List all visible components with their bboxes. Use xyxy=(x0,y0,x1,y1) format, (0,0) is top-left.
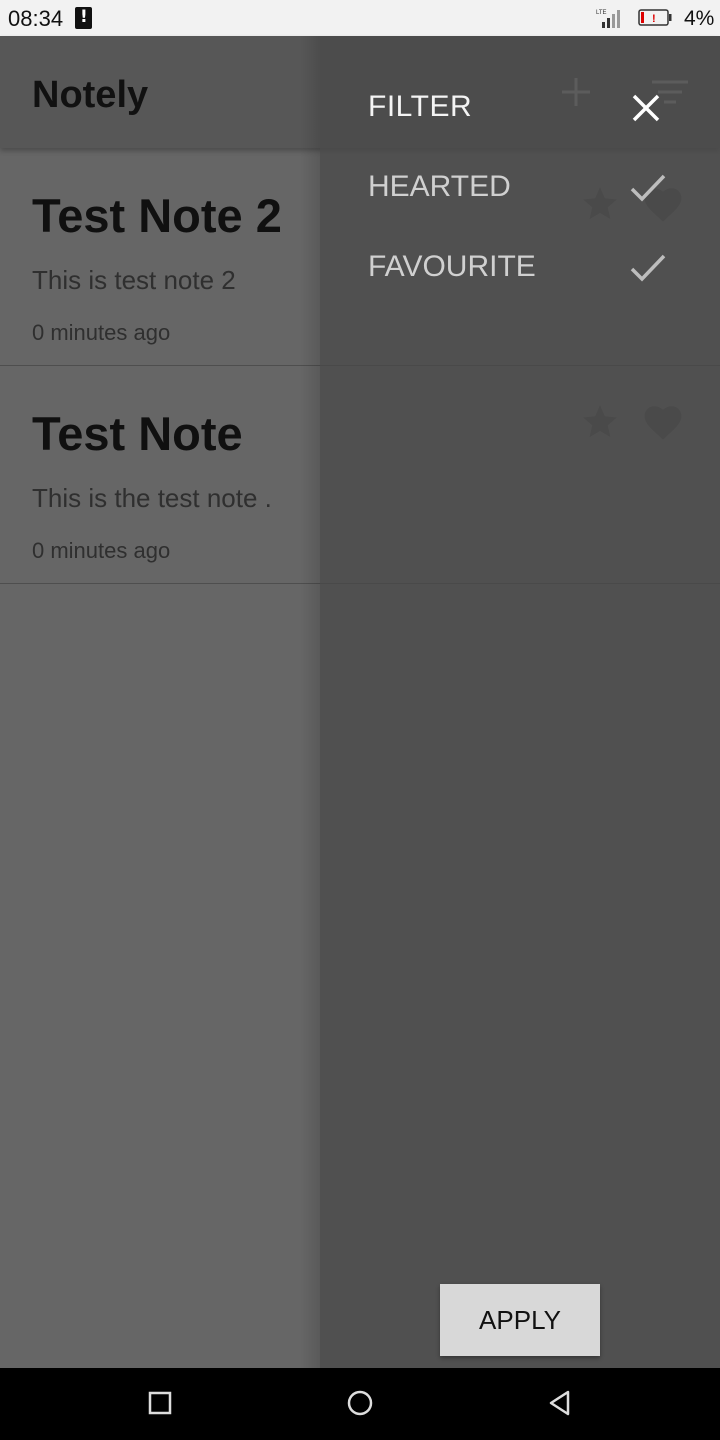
battery-low-icon: ! xyxy=(638,9,672,26)
note-body: This is test note 2 xyxy=(32,265,236,295)
add-icon[interactable] xyxy=(558,74,594,110)
star-icon[interactable] xyxy=(580,184,620,224)
filter-option-label: FAVOURITE xyxy=(368,250,536,283)
apply-button[interactable]: APPLY xyxy=(440,1284,600,1356)
star-icon[interactable] xyxy=(580,402,620,442)
app-title: Notely xyxy=(32,74,149,116)
note-time: 0 minutes ago xyxy=(32,538,171,563)
battery-percent: 4% xyxy=(684,7,715,30)
heart-icon[interactable] xyxy=(642,402,684,442)
drawer-title: FILTER xyxy=(368,90,473,123)
alert-icon xyxy=(75,7,92,29)
close-icon[interactable] xyxy=(628,90,664,126)
home-circle-icon[interactable] xyxy=(345,1388,375,1418)
signal-icon: LTE xyxy=(596,10,620,28)
filter-drawer: FILTER HEARTED FAVOURITE APPLY xyxy=(320,36,720,1368)
status-bar: 08:34 LTE ! 4% xyxy=(0,0,720,36)
recents-square-icon[interactable] xyxy=(145,1388,175,1418)
status-time: 08:34 xyxy=(8,6,64,31)
note-title: Test Note xyxy=(32,407,243,460)
check-icon[interactable] xyxy=(628,248,668,288)
drawer-shadow xyxy=(300,36,320,1368)
navigation-bar xyxy=(0,1368,720,1440)
check-icon[interactable] xyxy=(628,168,668,208)
note-title: Test Note 2 xyxy=(32,189,282,242)
note-time: 0 minutes ago xyxy=(32,320,171,345)
note-body: This is the test note . xyxy=(32,483,272,513)
back-triangle-icon[interactable] xyxy=(545,1388,575,1418)
svg-text:!: ! xyxy=(652,13,656,25)
filter-option-label: HEARTED xyxy=(368,170,511,203)
svg-text:LTE: LTE xyxy=(596,10,607,16)
